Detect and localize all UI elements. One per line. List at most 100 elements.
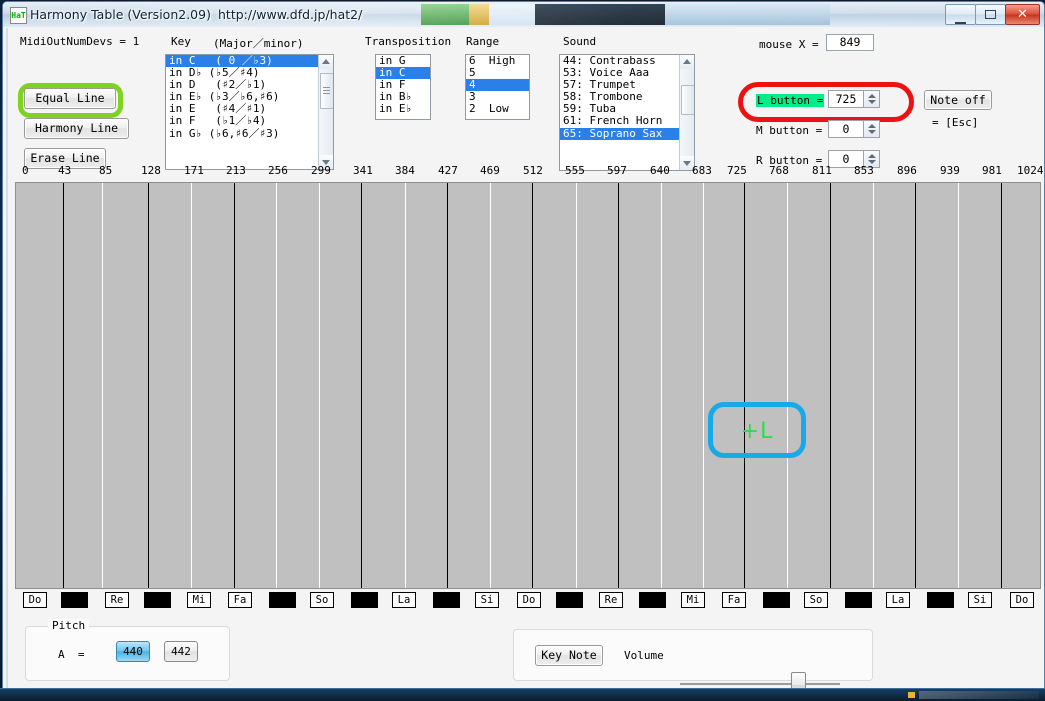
piano-black-key[interactable] [845,592,872,608]
canvas-black-gridline [148,183,149,588]
window-url: http://www.dfd.jp/hat2/ [218,7,363,22]
title-decoration-blue [665,4,830,25]
piano-black-key[interactable] [61,592,88,608]
piano-black-key[interactable] [351,592,378,608]
title-decoration-yellow [469,4,489,25]
minimize-button[interactable] [945,4,976,25]
key-panel-title: Key [171,35,191,48]
sound-listbox-scrollbar[interactable] [679,55,694,170]
maximize-icon [985,10,996,19]
canvas-white-gridline [661,183,662,588]
piano-white-key[interactable]: Do [1010,592,1034,608]
ruler-tick: 43 [58,164,72,177]
m-button-label: M button = [756,124,823,137]
note-off-button[interactable]: Note off [924,90,992,110]
maximize-button[interactable] [975,4,1006,25]
key-listbox-scrollbar[interactable] [318,55,333,169]
ruler-tick: 896 [897,164,917,177]
app-icon: HaT [10,7,27,24]
spin-up-icon[interactable] [864,151,879,159]
sound-listbox[interactable]: 44: Contrabass 53: Voice Aaa 57: Trumpet 58… [559,54,695,171]
piano-white-key[interactable]: Mi [681,592,705,608]
m-button-spinner[interactable] [864,120,880,138]
ruler-tick: 384 [395,164,415,177]
key-scroll-thumb[interactable] [320,73,333,109]
sound-item[interactable]: 61: French Horn [560,115,694,127]
piano-white-key[interactable]: Mi [187,592,211,608]
scroll-up-icon[interactable] [319,55,333,69]
canvas-white-gridline [873,183,874,588]
transposition-item[interactable]: in E♭ [376,103,430,115]
piano-black-key[interactable] [269,592,296,608]
spin-up-icon[interactable] [864,91,879,99]
piano-white-key[interactable]: Do [517,592,541,608]
piano-black-key[interactable] [144,592,171,608]
piano-black-key[interactable] [763,592,790,608]
scroll-up-icon[interactable] [680,55,694,69]
client-area: MidiOutNumDevs = 1 Equal Line Harmony Li… [3,27,1044,694]
harmony-canvas[interactable]: +L [15,182,1041,589]
piano-white-key[interactable]: Si [475,592,499,608]
l-button-value[interactable]: 725 [828,90,864,108]
piano-white-key[interactable]: Fa [228,592,252,608]
piano-black-key[interactable] [927,592,954,608]
note-off-hint: = [Esc] [932,116,979,129]
tray-icon[interactable] [908,692,915,698]
ruler-tick: 0 [22,164,29,177]
volume-slider-track[interactable] [680,683,840,685]
spin-down-icon[interactable] [864,99,879,107]
sound-listbox-items[interactable]: 44: Contrabass 53: Voice Aaa 57: Trumpet 58… [560,55,694,140]
mouse-x-value: 849 [826,34,874,51]
spin-down-icon[interactable] [864,129,879,137]
piano-white-key[interactable]: Re [105,592,129,608]
piano-white-key[interactable]: So [310,592,334,608]
key-item[interactable]: in F (♭1／♭4) [166,115,333,127]
transposition-listbox-items[interactable]: in Gin Cin Fin B♭ in E♭ [376,55,430,115]
sound-item[interactable]: 65: Soprano Sax [560,127,694,140]
spin-up-icon[interactable] [864,121,879,129]
client-inner: MidiOutNumDevs = 1 Equal Line Harmony Li… [6,28,1044,694]
harmony-line-button[interactable]: Harmony Line [24,118,129,139]
key-listbox[interactable]: in C ( 0 ／♭3) in D♭ (♭5／♯4) in D (♯2／♭1) in… [165,54,334,170]
pitch-option-442[interactable]: 442 [164,641,198,662]
sound-scroll-thumb[interactable] [681,85,694,115]
canvas-black-gridline [1001,183,1002,588]
canvas-black-gridline [234,183,235,588]
pitch-option-440[interactable]: 440 [116,641,150,662]
taskbar[interactable] [0,688,1045,701]
piano-white-key[interactable]: Re [599,592,623,608]
keyboard-strip[interactable]: Do Re Mi Fa So La Si Do Re Mi Fa So La Si Do [15,589,1039,611]
ruler-tick: 512 [523,164,543,177]
canvas-white-gridline [958,183,959,588]
range-listbox[interactable]: 6 High 5 4 3 2 Low [465,54,530,120]
key-listbox-items[interactable]: in C ( 0 ／♭3) in D♭ (♭5／♯4) in D (♯2／♭1) in… [166,55,333,140]
piano-black-key[interactable] [433,592,460,608]
piano-white-key[interactable]: Si [968,592,992,608]
range-item[interactable]: 2 Low [466,103,529,115]
piano-black-key[interactable] [639,592,666,608]
system-tray[interactable] [919,691,1039,699]
ruler-tick: 213 [226,164,246,177]
pitch-group: Pitch A = 440 442 [25,619,230,681]
range-panel-title: Range [466,35,500,48]
close-button[interactable]: ✕ [1005,4,1040,25]
piano-white-key[interactable]: La [886,592,910,608]
ruler-tick: 853 [854,164,874,177]
piano-white-key[interactable]: La [392,592,416,608]
piano-black-key[interactable] [556,592,583,608]
m-button-value[interactable]: 0 [828,120,864,138]
piano-white-key[interactable]: Do [23,592,47,608]
ruler-tick: 981 [982,164,1002,177]
key-note-button[interactable]: Key Note [535,645,603,666]
plus-l-annotation-label: +L [740,419,774,444]
key-item[interactable]: in G♭ (♭6,♯6／♯3) [166,127,333,140]
canvas-black-gridline [361,183,362,588]
piano-white-key[interactable]: Fa [722,592,746,608]
title-bar[interactable]: HaT Harmony Table (Version2.09) http://w… [3,2,1044,28]
ruler-tick: 85 [99,164,113,177]
equal-line-button[interactable]: Equal Line [24,88,116,109]
l-button-spinner[interactable] [864,90,880,108]
transposition-listbox[interactable]: in Gin Cin Fin B♭ in E♭ [375,54,431,120]
piano-white-key[interactable]: So [804,592,828,608]
range-listbox-items[interactable]: 6 High 5 4 3 2 Low [466,55,529,115]
